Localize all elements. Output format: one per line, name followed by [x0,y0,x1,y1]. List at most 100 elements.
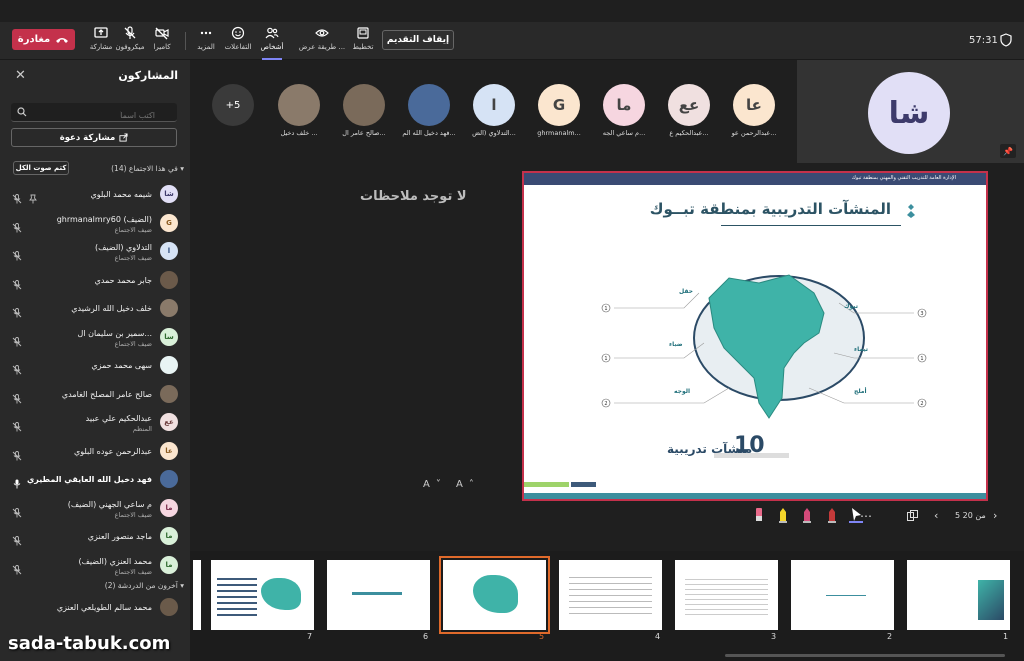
participant-row[interactable]: عع عبدالحكيم علي عبيد المنظم [0,408,190,437]
participant-name: عبدالرحمن عوده البلوي [74,446,152,456]
region-count-umluj: 2 [920,401,923,407]
mic-off-icon[interactable] [12,275,22,289]
pin-icon[interactable]: 📌 [1000,144,1016,158]
slide-header-text: الإدارة العامة للتدريب التقني والمهني بم… [851,175,956,181]
mic-on-icon[interactable] [12,474,22,489]
view-mode-button[interactable]: طريقة عرض ... [299,26,345,56]
stop-presenting-button[interactable]: إيقاف التقديم [382,30,454,50]
participant-row[interactable]: صالح عامر المصلح الغامدي [0,380,190,409]
mic-off-icon[interactable] [12,360,22,375]
mic-off-icon[interactable] [12,303,22,318]
participant-tile[interactable]: عع [668,84,710,126]
camera-button[interactable]: كاميرا [142,26,182,56]
participant-tile[interactable]: عا [733,84,775,126]
search-input[interactable] [15,106,155,125]
mic-label: ميكروفون [115,43,145,51]
self-video-tile[interactable]: شا 📌 [797,60,1024,163]
mic-off-icon[interactable] [12,218,22,232]
chevron-right-icon[interactable]: › [993,509,997,522]
participant-row[interactable]: سهى محمد حمزي [0,351,190,380]
participant-search[interactable] [11,103,177,125]
mic-off-icon[interactable] [12,560,22,574]
others-header[interactable]: آخرون من الدردشة (2) ▾ [0,579,190,593]
slide-thumb-5[interactable] [439,556,550,634]
region-label-wajh: الوجه [674,388,690,395]
people-button[interactable]: أشخاص [252,26,292,60]
pen-pink-icon[interactable] [801,506,813,524]
mic-off-icon[interactable] [12,531,22,546]
participant-name: محمد سالم الطويلعي العنزي [56,603,152,612]
mic-off-icon[interactable] [12,503,22,517]
region-label-haql: حقل [679,288,693,295]
participant-tile[interactable]: G [538,84,580,126]
participant-name: فهد دخيل الله العايقي المطيري [26,475,152,484]
slide-thumb-4[interactable] [559,560,662,630]
thumb-number: 5 [539,632,545,641]
layout-button[interactable]: تخطيط [343,26,383,56]
filmstrip-scrollbar[interactable] [725,654,1005,657]
participant-tile[interactable] [408,84,450,126]
mic-off-icon[interactable] [12,389,22,403]
participant-row[interactable]: ا التدلاوي (الضيف) ضيف الاجتماع [0,237,190,266]
pen-red-icon[interactable] [826,506,838,524]
slide-thumb-1[interactable] [907,560,1010,630]
participant-name: خلف دخيل الله الرشيدي [71,304,152,313]
slide-thumb-8-partial[interactable] [193,560,201,630]
avatar: سا [160,327,178,346]
participant-row[interactable]: فهد دخيل الله العايقي المطيري [0,465,190,494]
avatar: عا [160,441,178,460]
avatar [160,598,178,616]
participant-name: ماجد منصور العنزي [87,532,152,541]
region-count-duba: 1 [604,356,607,362]
participant-row[interactable]: عا عبدالرحمن عوده البلوي [0,437,190,466]
participant-row[interactable]: محمد سالم الطويلعي العنزي [0,593,190,622]
participant-row[interactable]: سا سمير بن سليمان ال... ضيف الاجتماع [0,323,190,352]
thumb-number: 2 [887,632,893,641]
participant-row[interactable]: ما ماجد منصور العنزي [0,522,190,551]
presenter-stage: لا توجد ملاحظات A˅ A˄ الإدارة العامة للت… [190,163,1024,551]
mic-off-icon[interactable] [12,332,22,346]
avatar: ما [160,527,178,545]
participant-tile[interactable]: ما [603,84,645,126]
chevron-left-icon[interactable]: ‹ [934,509,938,522]
participant-row[interactable]: ما م ساعي الجهني (الضيف) ضيف الاجتماع [0,494,190,523]
participant-row[interactable]: ما محمد العنزي (الضيف) ضيف الاجتماع [0,551,190,580]
eraser-icon[interactable] [753,506,765,524]
slide-thumb-6[interactable] [327,560,430,630]
mic-off-icon[interactable] [12,446,22,460]
participant-row[interactable]: Gghrmanalmry60 (الضيف) ضيف الاجتماع [0,209,190,238]
thumb-number: 3 [771,632,777,641]
grid-view-icon[interactable] [907,510,918,521]
highlighter-yellow-icon[interactable] [777,506,789,524]
pin-icon[interactable] [28,189,38,204]
mic-off-icon[interactable] [12,246,22,261]
font-size-controls[interactable]: A˅ A˄ [423,479,480,490]
participant-tile[interactable] [343,84,385,126]
more-participants-button[interactable]: +5 [212,84,254,126]
participant-name: ghrmanalmry60 (الضيف) [56,214,152,224]
thumb-decoration [217,574,257,616]
mic-off-icon[interactable] [12,189,22,204]
slide-thumb-3[interactable] [675,560,778,630]
participant-row[interactable]: خلف دخيل الله الرشيدي [0,294,190,323]
participant-name: التدلاوي (الضيف) [94,243,152,252]
mute-all-button[interactable]: كتم صوت الكل [13,161,69,175]
participant-tile-name: خلف دخيل ... [280,129,318,137]
participant-tile[interactable]: ا [473,84,515,126]
slide-thumb-7[interactable] [211,560,314,630]
more-options-icon[interactable]: ⋯ [860,509,872,523]
slide-thumb-2[interactable] [791,560,894,630]
close-icon[interactable]: ✕ [15,68,26,83]
leave-button[interactable]: مغادرة [12,29,75,50]
mic-off-icon[interactable] [12,417,22,432]
participant-tile[interactable] [278,84,320,126]
video-gallery: +5 عا عبدالرحمن عو... عع عبدالحكيم ع... ما م … [190,60,797,163]
participant-role: المنظم [132,425,152,433]
current-slide: الإدارة العامة للتدريب التقني والمهني بم… [522,171,988,501]
participant-row[interactable]: شا شيمه محمد البلوي [0,180,190,209]
shield-icon[interactable] [999,33,1013,47]
participant-row[interactable]: جابر محمد حمدي [0,266,190,295]
share-invite-button[interactable]: مشاركة دعوة [11,128,177,147]
in-meeting-header[interactable]: في هذا الاجتماع (14) ▾ [111,164,184,173]
mic-off-icon [124,26,136,39]
